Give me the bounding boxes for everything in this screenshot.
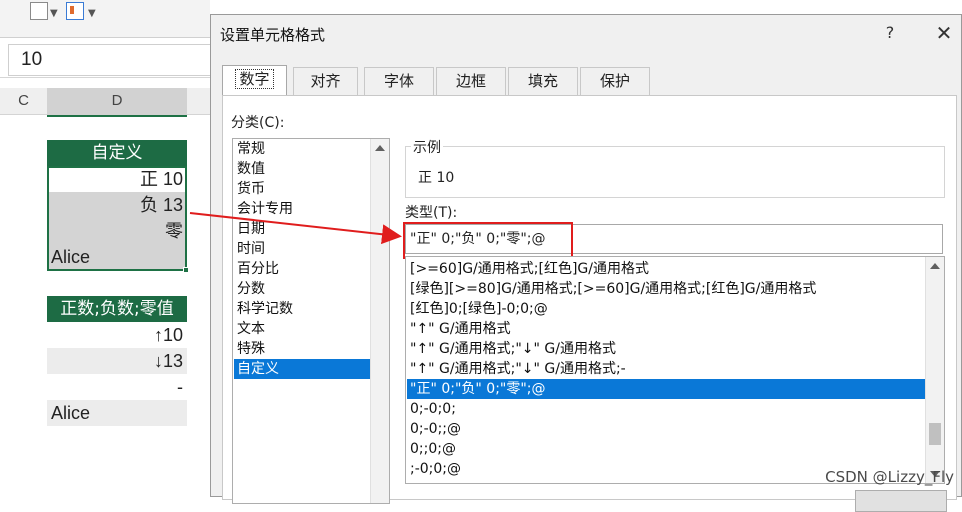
dialog-button-partial[interactable] <box>855 490 947 512</box>
format-scrollbar[interactable] <box>925 257 944 483</box>
tab-protection[interactable]: 保护 <box>580 67 650 95</box>
formula-input[interactable]: 10 <box>8 44 222 76</box>
category-item[interactable]: 特殊 <box>234 339 373 359</box>
help-button[interactable]: ? <box>875 20 905 46</box>
category-item[interactable]: 分数 <box>234 279 373 299</box>
column-header-d[interactable]: D <box>47 88 187 117</box>
type-label: 类型(T): <box>405 205 458 221</box>
format-item[interactable]: 0;-0;0; <box>407 399 930 419</box>
category-item[interactable]: 常规 <box>234 139 373 159</box>
category-item-selected[interactable]: 自定义 <box>234 359 373 379</box>
fill-handle[interactable] <box>183 267 189 273</box>
category-item[interactable]: 数值 <box>234 159 373 179</box>
chevron-down-icon[interactable]: ▼ <box>50 8 58 19</box>
excel-ribbon: ▼ ▼ <box>0 0 210 38</box>
column-header-c[interactable]: C <box>0 88 48 114</box>
table2-cell[interactable]: - <box>47 374 187 400</box>
format-item[interactable]: [>=60]G/通用格式;[红色]G/通用格式 <box>407 259 930 279</box>
format-cells-dialog: 设置单元格格式 ? ✕ 数字 对齐 字体 边框 填充 保护 分类(C): 常规 … <box>210 14 962 512</box>
number-tab-panel: 分类(C): 常规 数值 货币 会计专用 日期 时间 百分比 分数 科学记数 文… <box>222 95 957 504</box>
table2-cell[interactable]: ↑10 <box>47 322 187 348</box>
category-item[interactable]: 日期 <box>234 219 373 239</box>
column-header-row: C D <box>0 88 210 117</box>
scroll-up-icon[interactable] <box>375 145 385 151</box>
category-item[interactable]: 货币 <box>234 179 373 199</box>
scroll-up-icon[interactable] <box>930 263 940 269</box>
tab-border[interactable]: 边框 <box>436 67 506 95</box>
close-button[interactable]: ✕ <box>927 20 961 46</box>
sample-value: 正 10 <box>418 170 455 186</box>
tab-fill[interactable]: 填充 <box>508 67 578 95</box>
chevron-down-icon[interactable]: ▼ <box>88 8 96 19</box>
format-item[interactable]: 0;-0;;@ <box>407 419 930 439</box>
format-item-selected[interactable]: "正" 0;"负" 0;"零";@ <box>407 379 930 399</box>
tab-font[interactable]: 字体 <box>364 67 434 95</box>
chart-icon[interactable] <box>66 2 84 20</box>
table2-cell[interactable]: ↓13 <box>47 348 187 374</box>
table-icon[interactable] <box>30 2 48 20</box>
table2-header[interactable]: 正数;负数;零值 <box>47 296 187 322</box>
sample-caption: 示例 <box>411 137 443 157</box>
category-label: 分类(C): <box>231 115 285 131</box>
tab-number[interactable]: 数字 <box>222 65 287 96</box>
annotation-highlight-box <box>403 222 573 259</box>
format-item[interactable]: "↑" G/通用格式;"↓" G/通用格式 <box>407 339 930 359</box>
table1-header[interactable]: 自定义 <box>47 140 187 166</box>
format-item[interactable]: [绿色][>=80]G/通用格式;[>=60]G/通用格式;[红色]G/通用格式 <box>407 279 930 299</box>
table2-cell[interactable]: Alice <box>47 400 187 426</box>
tab-alignment[interactable]: 对齐 <box>293 67 358 95</box>
formula-bar: 10 <box>0 40 222 78</box>
format-item[interactable]: 0;;0;@ <box>407 439 930 459</box>
category-list[interactable]: 常规 数值 货币 会计专用 日期 时间 百分比 分数 科学记数 文本 特殊 自定… <box>232 138 390 504</box>
scroll-thumb[interactable] <box>929 423 941 445</box>
category-item[interactable]: 时间 <box>234 239 373 259</box>
format-list[interactable]: [>=60]G/通用格式;[红色]G/通用格式 [绿色][>=80]G/通用格式… <box>405 256 945 484</box>
category-scrollbar[interactable] <box>370 139 389 503</box>
cell-selection-border <box>47 166 187 271</box>
dialog-title: 设置单元格格式 <box>220 26 326 44</box>
category-item[interactable]: 百分比 <box>234 259 373 279</box>
category-item[interactable]: 文本 <box>234 319 373 339</box>
category-item[interactable]: 会计专用 <box>234 199 373 219</box>
tab-number-label: 数字 <box>235 69 274 89</box>
category-item[interactable]: 科学记数 <box>234 299 373 319</box>
watermark: CSDN @Lizzy_Fly <box>825 468 954 486</box>
format-item[interactable]: "↑" G/通用格式;"↓" G/通用格式;- <box>407 359 930 379</box>
format-item[interactable]: [红色]0;[绿色]-0;0;@ <box>407 299 930 319</box>
format-item[interactable]: "↑" G/通用格式 <box>407 319 930 339</box>
sample-group: 示例 正 10 <box>405 137 945 198</box>
